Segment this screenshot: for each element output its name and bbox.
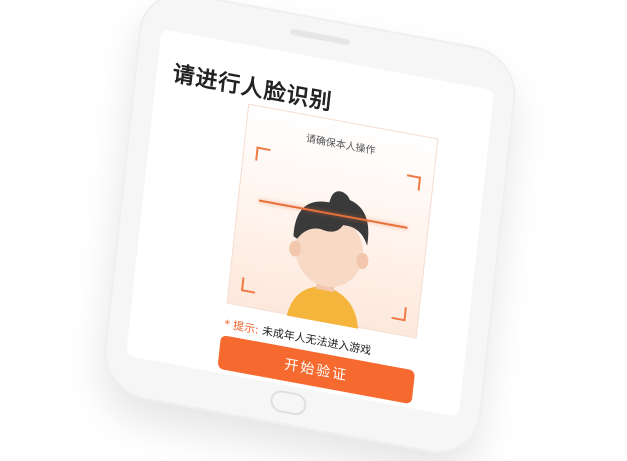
home-button[interactable] xyxy=(269,388,308,417)
cartoon-face-icon xyxy=(286,191,369,329)
phone-speaker xyxy=(290,28,351,46)
scan-corner-top-left-icon xyxy=(255,146,271,163)
face-hint-text: 请确保本人操作 xyxy=(305,133,376,158)
scan-corner-bottom-right-icon xyxy=(391,304,407,322)
tip-label: * 提示: xyxy=(223,317,260,337)
face-scan-panel: 请确保本人操作 xyxy=(226,103,439,339)
stage: 请进行人脸识别 请确保本人操作 * 提示: 未成年人无法进入游戏 开始验证 xyxy=(0,0,627,461)
phone-screen: 请进行人脸识别 请确保本人操作 * 提示: 未成年人无法进入游戏 开始验证 xyxy=(125,28,495,418)
scan-corner-bottom-left-icon xyxy=(240,277,257,294)
scan-corner-top-right-icon xyxy=(405,174,422,191)
phone-mockup: 请进行人脸识别 请确保本人操作 * 提示: 未成年人无法进入游戏 开始验证 xyxy=(99,0,521,461)
